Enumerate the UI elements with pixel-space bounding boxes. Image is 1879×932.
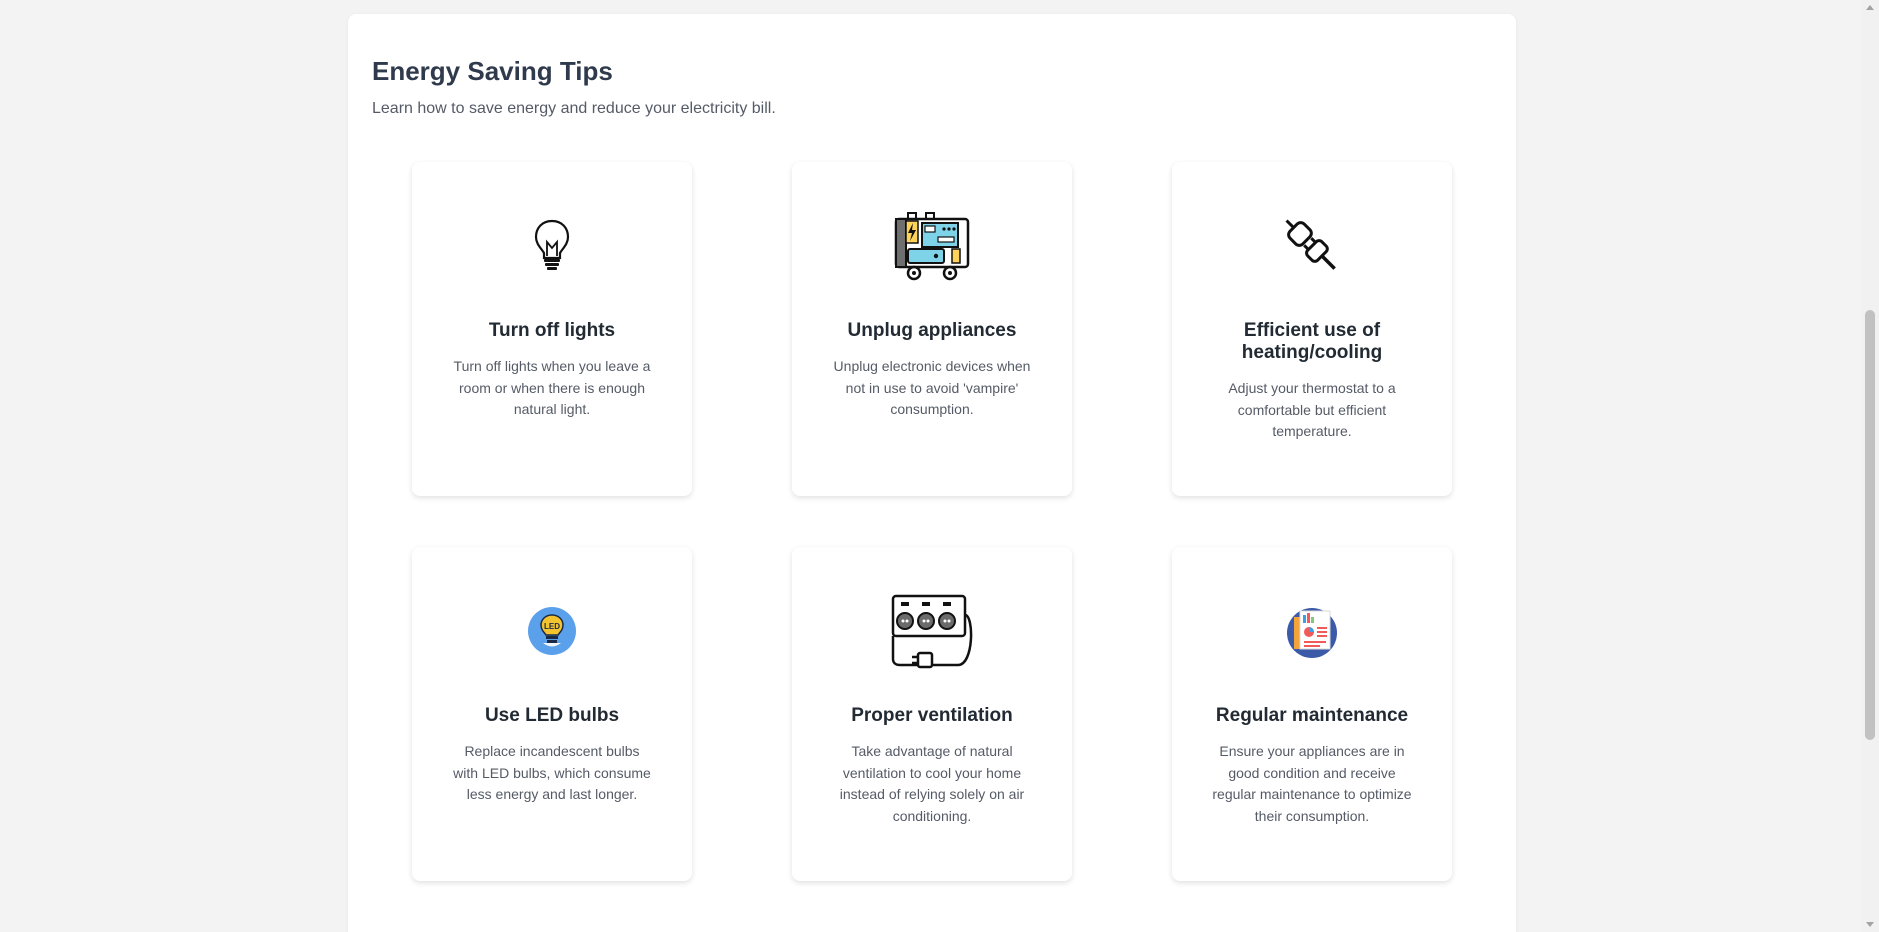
tip-description: Turn off lights when you leave a room or… — [453, 358, 651, 417]
generator-icon — [792, 206, 1072, 286]
lightbulb-icon — [412, 206, 692, 286]
scroll-thumb[interactable] — [1865, 310, 1875, 740]
tip-title: Regular maintenance — [1215, 705, 1409, 726]
svg-text:LED: LED — [544, 622, 560, 631]
scroll-up-arrow-icon[interactable] — [1866, 5, 1874, 10]
tip-description: Replace incandescent bulbs with LED bulb… — [453, 743, 651, 802]
power-strip-icon — [792, 591, 1072, 671]
tip-card-regular-maintenance: Regular maintenance Ensure your applianc… — [1172, 547, 1452, 881]
tip-card-led-bulbs: LED Use LED bulbs Replace incandescent b… — [412, 547, 692, 881]
tip-card-unplug-appliances: Unplug appliances Unplug electronic devi… — [792, 162, 1072, 496]
tip-card-turn-off-lights: Turn off lights Turn off lights when you… — [412, 162, 692, 496]
tip-card-proper-ventilation: Proper ventilation Take advantage of nat… — [792, 547, 1072, 881]
tip-title: Unplug appliances — [847, 320, 1017, 341]
tip-description: Ensure your appliances are in good condi… — [1212, 743, 1412, 824]
page: Energy Saving Tips Learn how to save ene… — [0, 0, 1879, 932]
plug-icon — [1172, 206, 1452, 286]
vertical-scrollbar[interactable] — [1862, 0, 1879, 932]
energy-tips-panel: Energy Saving Tips Learn how to save ene… — [348, 14, 1516, 932]
tip-title: Turn off lights — [488, 320, 616, 341]
tip-title: Proper ventilation — [851, 705, 1013, 726]
tip-title: Efficient use of heating/cooling — [1241, 320, 1383, 363]
tip-description: Adjust your thermostat to a comfortable … — [1228, 380, 1396, 439]
tip-description: Take advantage of natural ventilation to… — [839, 743, 1025, 824]
tip-description: Unplug electronic devices when not in us… — [833, 358, 1031, 417]
tip-card-heating-cooling: Efficient use of heating/cooling Adjust … — [1172, 162, 1452, 496]
page-subtitle: Learn how to save energy and reduce your… — [372, 100, 776, 117]
report-icon — [1172, 591, 1452, 671]
led-bulb-icon: LED — [412, 591, 692, 671]
scroll-down-arrow-icon[interactable] — [1866, 922, 1874, 927]
tip-title: Use LED bulbs — [484, 705, 620, 726]
page-title: Energy Saving Tips — [372, 56, 613, 86]
